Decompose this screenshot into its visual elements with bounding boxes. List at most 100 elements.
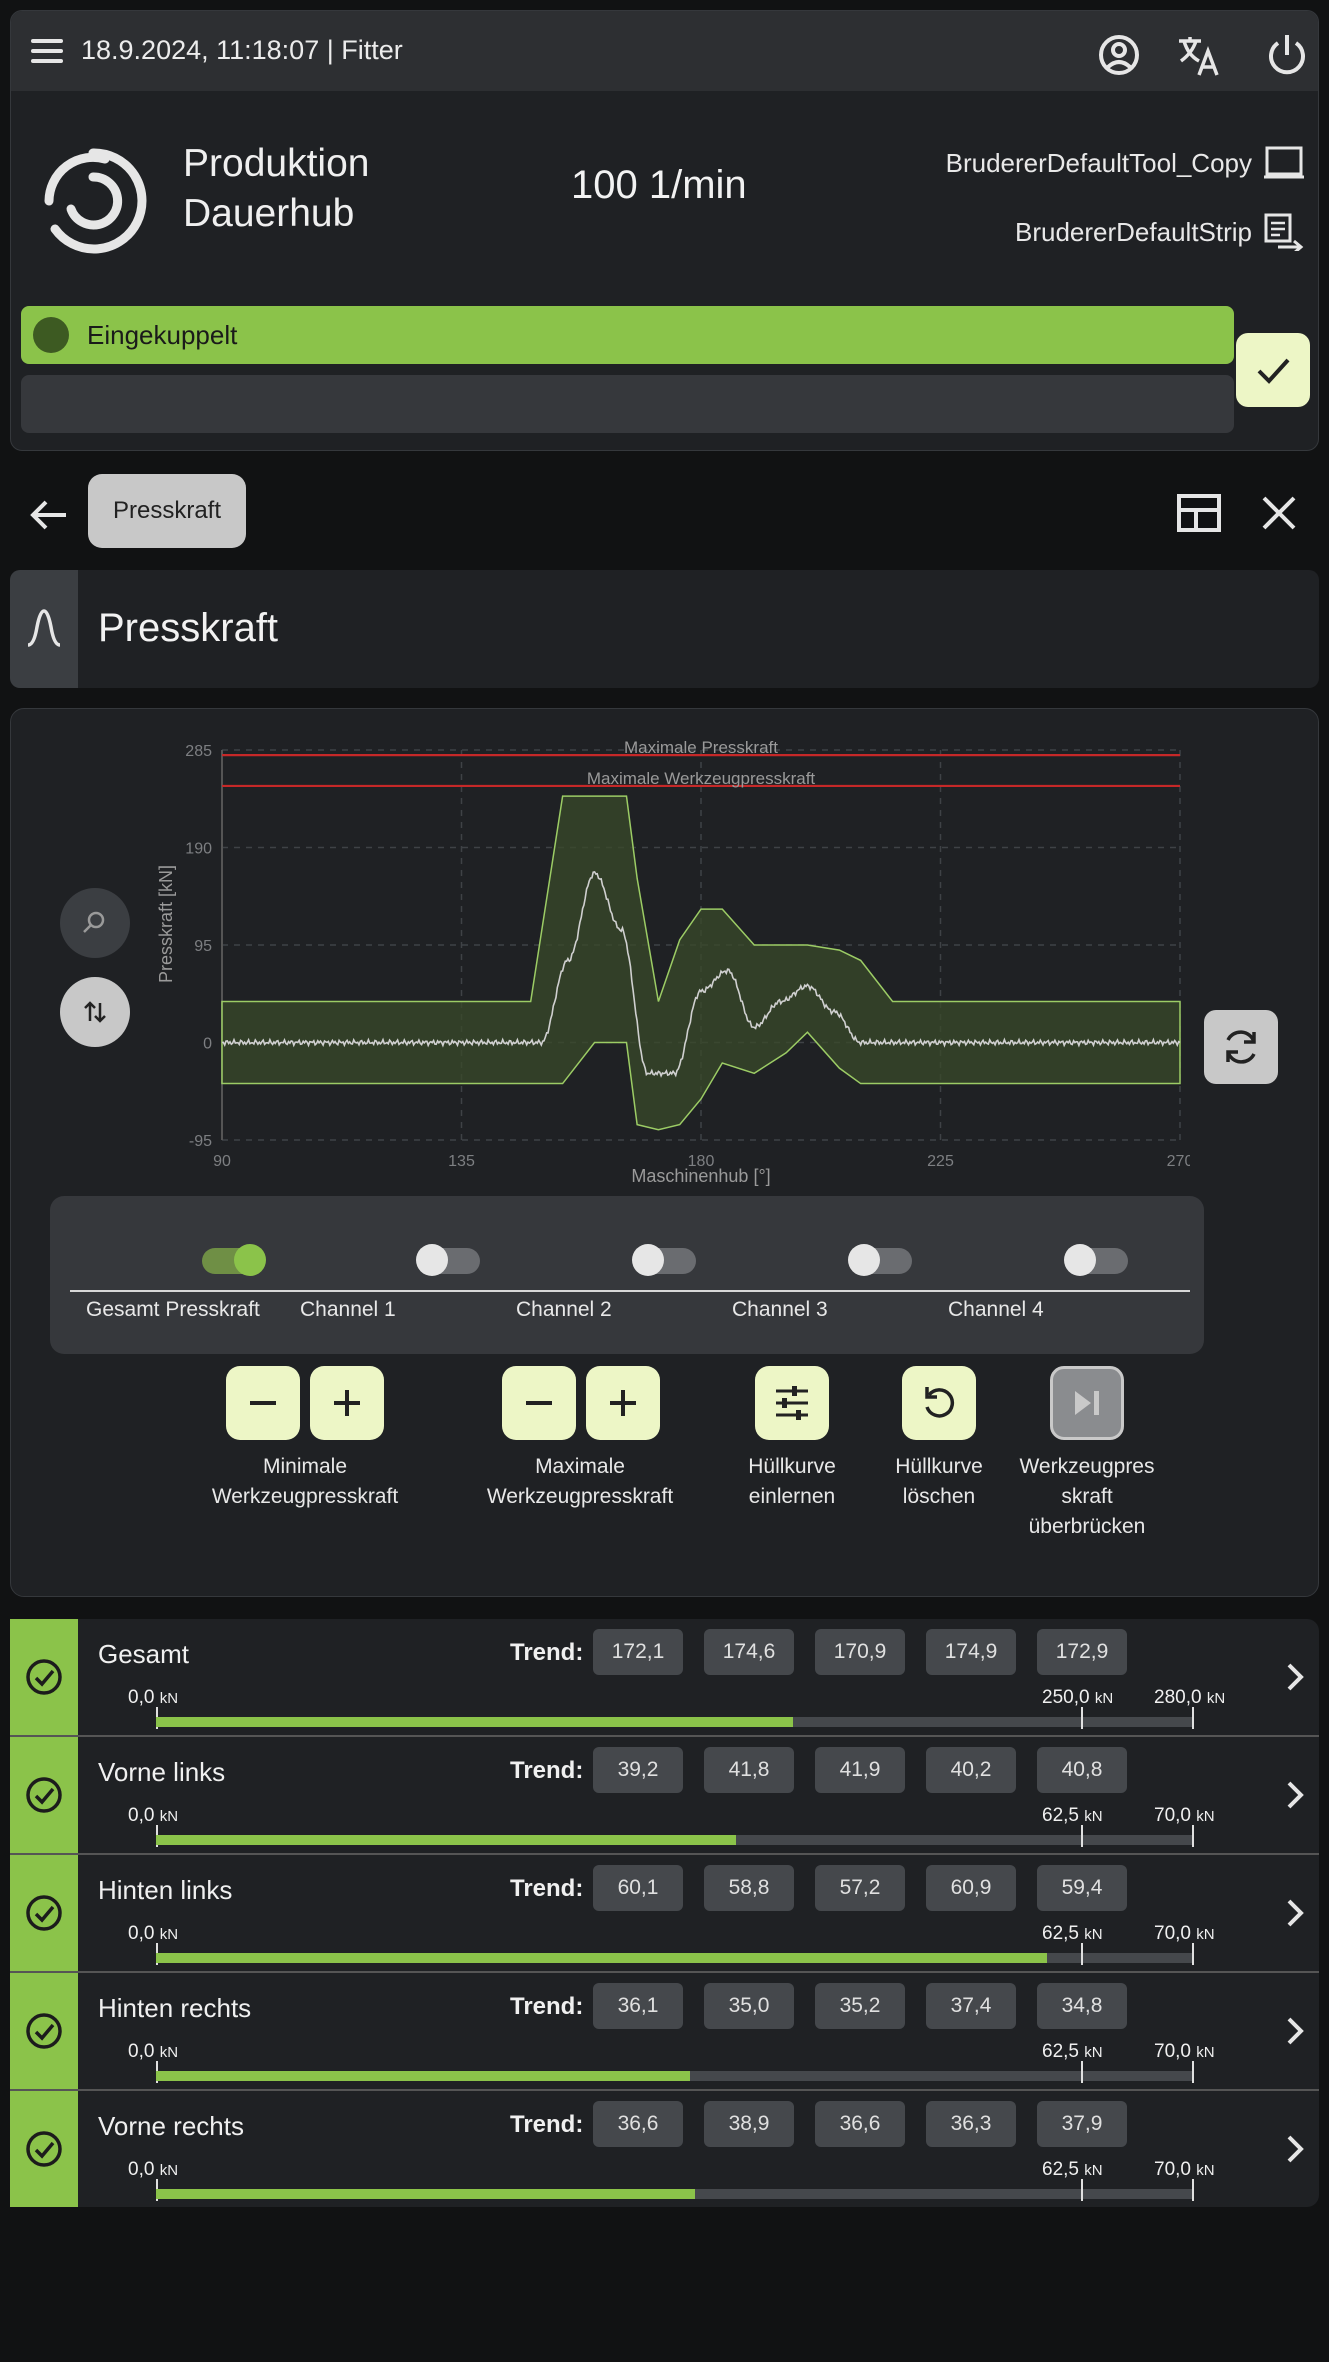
layout-toggle-button[interactable] [1174,488,1224,538]
datetime: 18.9.2024, 11:18:07 [81,35,320,65]
metric-name: Hinten rechts [98,1993,252,2023]
scale-max-unit: kN [1196,1808,1215,1825]
x-tick-label: 90 [213,1153,231,1170]
scale-warn-unit: kN [1084,1808,1103,1825]
tool-icon [1264,146,1304,179]
scale-max-value: 70,0 [1154,2159,1191,2180]
header-card: 18.9.2024, 11:18:07 | Fitter Produktion … [10,10,1319,451]
strip-info[interactable]: BrudererDefaultStrip [1015,213,1304,251]
channel-toggle[interactable] [848,1244,912,1276]
channel-toggle[interactable] [1064,1244,1128,1276]
trend-value: 58,8 [704,1865,794,1911]
close-button[interactable] [1254,488,1304,538]
trend-label: Trend: [510,1639,584,1666]
scale-warn-tick [1081,2179,1083,2201]
x-tick-label: 270 [1167,1153,1190,1170]
scale-min: 0,0 kN [128,1687,178,1709]
y-tick-label: 190 [185,841,212,858]
zoom-reset-button[interactable] [60,888,130,958]
section-icon-box [10,570,78,688]
channel-toggle[interactable] [202,1244,266,1276]
scale-min: 0,0 kN [128,1923,178,1945]
power-icon[interactable] [1263,31,1311,79]
toggle-knob [848,1244,880,1276]
scale-max: 70,0 kN [1154,1923,1215,1945]
trend-value: 37,9 [1037,2101,1127,2147]
skip-next-icon [1075,1391,1099,1415]
scale-min-unit: kN [159,1690,179,1707]
tool-force-bypass-button[interactable] [1050,1366,1124,1440]
minus-icon [526,1401,552,1405]
breadcrumb-presskraft[interactable]: Presskraft [88,474,246,548]
force-bar-track [156,1835,1192,1845]
tool-force-bypass-label: Werkzeugpres skraft überbrücken [1002,1452,1172,1542]
sync-icon [1226,1030,1256,1064]
scale-warn: 62,5 kN [1042,1923,1103,1945]
force-curve-icon [27,609,61,647]
tool-info[interactable]: BrudererDefaultTool_Copy [946,145,1304,181]
y-tick-label: 0 [203,1036,212,1053]
y-tick-label: -95 [189,1133,212,1150]
metric-row[interactable]: Hinten rechts Trend: 36,1 35,0 35,2 37,4 34,8 0… [10,1973,1319,2089]
min-force-decrease-button[interactable] [226,1366,300,1440]
check-circle-icon [26,1777,62,1813]
scale-max: 70,0 kN [1154,2159,1215,2181]
channel-label: Channel 2 [516,1298,612,1321]
top-bar: 18.9.2024, 11:18:07 | Fitter [11,11,1318,91]
max-force-increase-button[interactable] [586,1366,660,1440]
min-force-increase-button[interactable] [310,1366,384,1440]
translate-icon[interactable] [1175,31,1223,79]
metric-row[interactable]: Hinten links Trend: 60,1 58,8 57,2 60,9 59,4 0,… [10,1855,1319,1971]
hamburger-menu-icon[interactable] [27,35,67,67]
check-circle-icon [26,2131,62,2167]
mode-line-1: Produktion [183,142,370,185]
scale-max-tick [1192,2061,1194,2083]
scale-min-value: 0,0 [128,1687,155,1708]
channel-toggle[interactable] [416,1244,480,1276]
presskraft-chart[interactable]: Maximale Presskraft Maximale Werkzeugpres… [140,736,1190,1196]
envelope-learn-button[interactable] [755,1366,829,1440]
account-icon[interactable] [1095,31,1143,79]
min-label-line-2: Werkzeugpresskraft [211,1485,399,1508]
trend-value: 174,9 [926,1629,1016,1675]
chevron-right-icon[interactable] [1280,1893,1310,1933]
x-tick-label: 135 [448,1153,475,1170]
chevron-right-icon[interactable] [1280,2011,1310,2051]
chevron-right-icon[interactable] [1280,1775,1310,1815]
check-circle-icon [26,2013,62,2049]
axis-swap-button[interactable] [60,977,130,1047]
trend-value: 57,2 [815,1865,905,1911]
channel-toggle[interactable] [632,1244,696,1276]
strip-icon [1264,213,1304,251]
metric-row[interactable]: Vorne rechts Trend: 36,6 38,9 36,6 36,3 37,9 0,… [10,2091,1319,2207]
trend-value: 41,9 [815,1747,905,1793]
user-role: Fitter [341,35,403,65]
chevron-right-icon[interactable] [1280,2129,1310,2169]
chevron-right-icon[interactable] [1280,1657,1310,1697]
metric-ok-indicator [10,1737,78,1853]
bypass-label-line-1: Werkzeugpres [1019,1455,1155,1478]
scale-warn: 62,5 kN [1042,2159,1103,2181]
channel-selector: Gesamt Presskraft Channel 1 Channel 2 Chann… [50,1196,1204,1354]
mode-line-2: Dauerhub [183,192,355,235]
metric-row[interactable]: Gesamt Trend: 172,1 174,6 170,9 174,9 172,9 0,0… [10,1619,1319,1735]
envelope-delete-button[interactable] [902,1366,976,1440]
metric-row[interactable]: Vorne links Trend: 39,2 41,8 41,9 40,2 40,8 0,0… [10,1737,1319,1853]
trend-value: 60,1 [593,1865,683,1911]
scale-min-unit: kN [159,2044,179,2061]
scale-warn-unit: kN [1084,2044,1103,2061]
separator: | [326,35,334,65]
back-button[interactable] [24,490,74,540]
force-bar-fill [156,2071,690,2081]
scale-max-unit: kN [1196,1926,1215,1943]
confirm-button[interactable] [1236,333,1310,407]
trend-value: 40,8 [1037,1747,1127,1793]
envelope-learn-label: Hüllkurve einlernen [712,1452,872,1512]
clutch-status-bar: Eingekuppelt [21,306,1234,364]
scale-warn: 62,5 kN [1042,1805,1103,1827]
metric-ok-indicator [10,1973,78,2089]
chart-refresh-button[interactable] [1204,1010,1278,1084]
min-force-label: Minimale Werkzeugpresskraft [195,1452,415,1512]
check-circle-icon [26,1895,62,1931]
max-force-decrease-button[interactable] [502,1366,576,1440]
